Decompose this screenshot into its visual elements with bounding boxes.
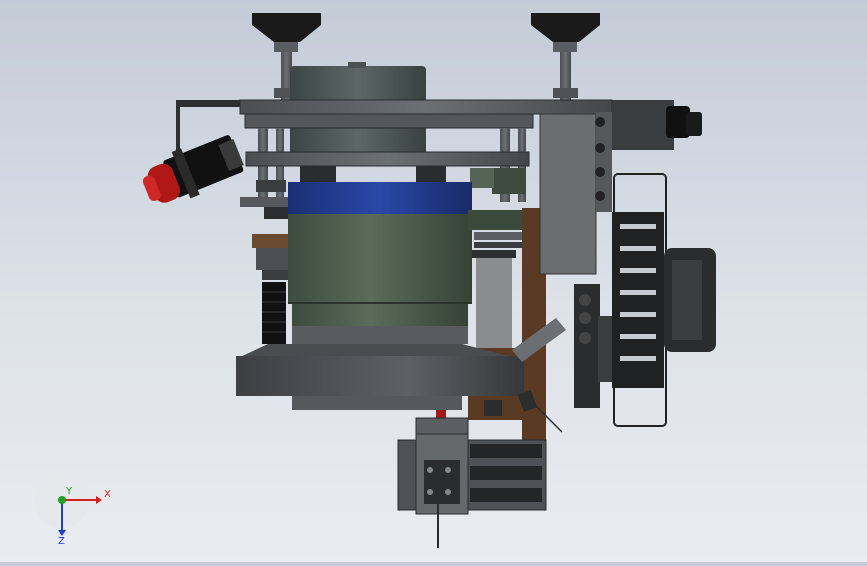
left-bracket [240, 197, 290, 280]
y-axis-point [58, 496, 66, 504]
red-motor [142, 135, 244, 203]
axis-triad[interactable]: X Y Z [34, 472, 111, 547]
y-axis-label: Y [65, 486, 73, 497]
z-axis-label: Z [58, 536, 65, 547]
heatsink [612, 173, 716, 427]
x-axis-label: X [104, 489, 111, 500]
assembly-drawing: X Y Z [34, 13, 716, 548]
main-cylinder [288, 182, 472, 344]
spring [262, 282, 286, 344]
control-block [574, 284, 612, 408]
cad-viewport[interactable]: X Y Z [0, 0, 867, 562]
right-knob [531, 13, 600, 100]
